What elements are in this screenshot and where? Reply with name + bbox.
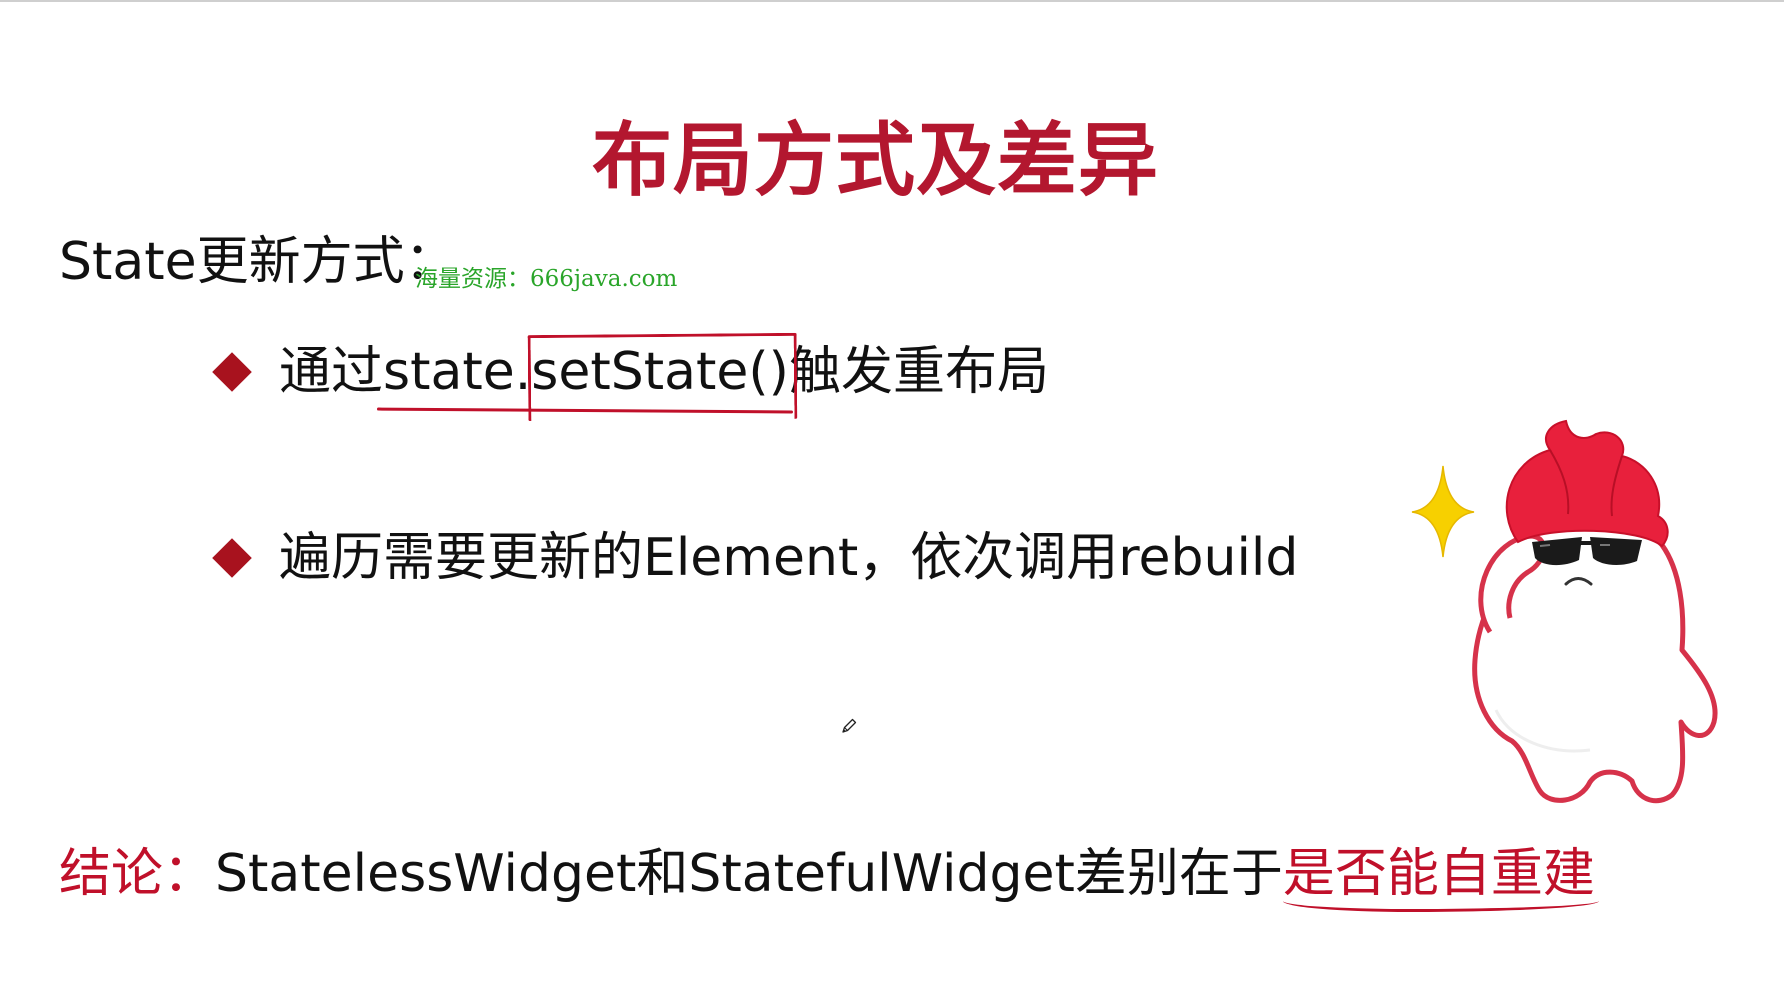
bullet-text: 通过state.setState()触发重布局 <box>279 342 1049 402</box>
bullet-suffix: 触发重布局 <box>788 342 1049 402</box>
sparkle-icon <box>1411 465 1475 558</box>
diamond-icon <box>212 538 252 578</box>
bullet-prefix: 通过 <box>279 342 384 402</box>
conclusion-line: 结论：StatelessWidget和StatefulWidget差别在于是否能… <box>59 844 1595 904</box>
watermark-text: 海量资源：666java.com <box>415 266 678 292</box>
slide-title: 布局方式及差异 <box>592 114 1159 207</box>
bullet-item-rebuild: 遍历需要更新的Element，依次调用rebuild <box>212 528 1298 588</box>
boxed-code-setstate: setState() <box>531 342 789 402</box>
conclusion-label: 结论： <box>59 844 216 904</box>
section-heading: State更新方式： <box>59 232 457 292</box>
mascot-hair <box>1505 419 1669 548</box>
sunglasses-mascot-icon <box>1411 419 1718 804</box>
top-divider <box>0 0 1784 2</box>
pencil-cursor-icon <box>842 718 857 733</box>
diamond-icon <box>212 352 252 392</box>
underlined-text: state. <box>383 342 532 402</box>
underlined-code-state: state.setState() <box>383 342 789 402</box>
conclusion-emphasis: 是否能自重建 <box>1282 844 1595 904</box>
bullet-item-setstate: 通过state.setState()触发重布局 <box>212 342 1049 402</box>
bullet-text: 遍历需要更新的Element，依次调用rebuild <box>279 528 1299 588</box>
conclusion-body: StatelessWidget和StatefulWidget差别在于 <box>215 844 1283 904</box>
